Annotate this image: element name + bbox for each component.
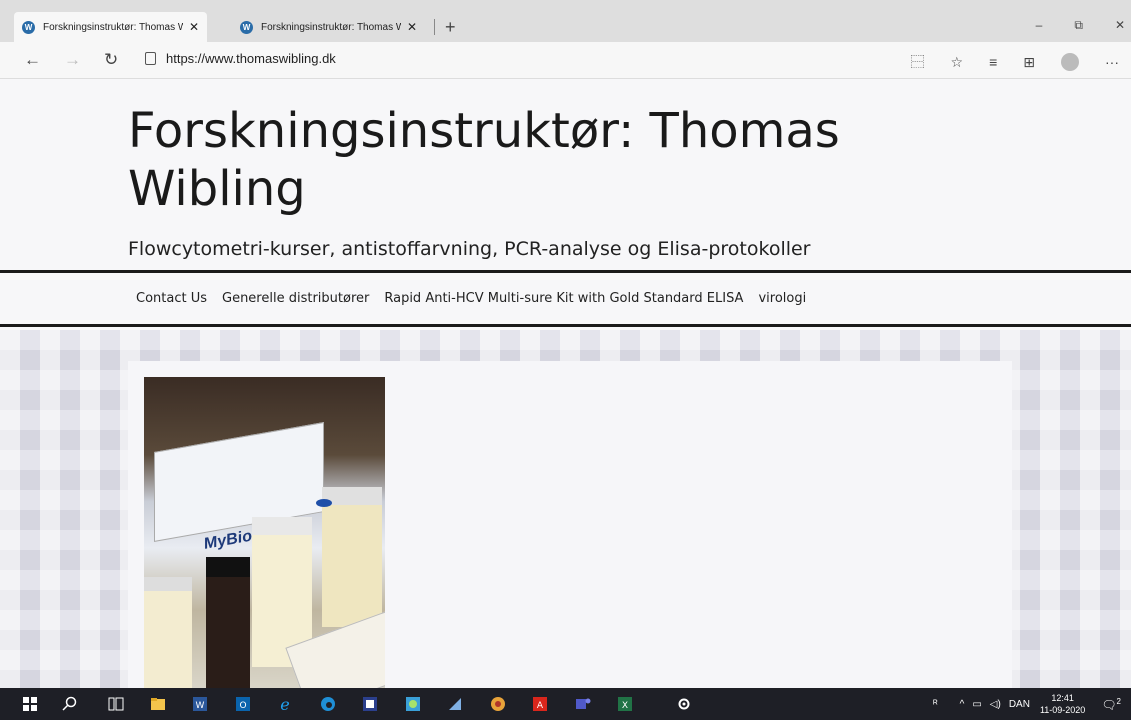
favorites-list-icon[interactable]: ≡ [989,54,997,70]
address-field[interactable]: https://www.thomaswibling.dk [145,51,336,66]
tab-title: Forskningsinstruktør: Thomas W [261,21,401,33]
browser-tab-2[interactable]: W Forskningsinstruktør: Thomas W ✕ [232,12,425,42]
bottle-cap [316,499,332,507]
close-tab-icon[interactable]: ✕ [407,20,417,34]
back-arrow-icon[interactable]: ← [24,50,41,70]
browser-toolbar-icons: ⿱ ☆ ≡ ⊞ ··· [911,52,1119,72]
window-controls: – ⧉ ✕ [1036,18,1125,33]
app-icon[interactable] [405,696,421,712]
favorite-star-icon[interactable]: ☆ [951,54,964,71]
outlook-icon[interactable]: O [235,696,251,712]
site-tagline: Flowcytometri-kurser, antistoffarvning, … [128,238,811,260]
reagent-bottle [322,487,382,627]
network-icon[interactable]: ▭ [972,699,981,710]
svg-text:O: O [239,701,246,711]
browser-tab-1[interactable]: W Forskningsinstruktør: Thomas W ✕ [14,12,208,42]
wordpress-icon: W [22,20,35,34]
minimize-button[interactable]: – [1036,18,1043,33]
reagent-bottle [144,577,192,688]
close-tab-icon[interactable]: ✕ [189,20,199,34]
task-view-icon[interactable] [108,696,124,712]
notification-center-icon[interactable]: 🗨2 [1101,697,1121,712]
tab-title: Forskningsinstruktør: Thomas W [43,21,183,33]
notification-count: 2 [1116,696,1121,706]
app-icon[interactable] [362,696,378,712]
post-content: MyBioSource [128,361,1012,688]
address-toolbar: ← → ↻ https://www.thomaswibling.dk ⿱ ☆ ≡… [0,42,1131,79]
clock-time: 12:41 [1051,693,1074,703]
product-photo[interactable]: MyBioSource [144,377,385,688]
language-indicator[interactable]: DAN [1009,699,1030,710]
svg-text:W: W [196,701,205,711]
chevron-up-icon[interactable]: ^ [960,699,965,710]
people-icon[interactable]: ᴿ [933,699,938,710]
close-window-button[interactable]: ✕ [1115,18,1125,33]
svg-text:e: e [280,696,289,712]
refresh-icon[interactable]: ↻ [104,50,118,70]
browser-tab-bar: W Forskningsinstruktør: Thomas W ✕ W For… [0,0,1131,42]
svg-text:A: A [537,701,544,711]
new-tab-button[interactable]: + [445,17,456,38]
menu-item-generelle-distributorer[interactable]: Generelle distributører [222,291,369,306]
windows-start-icon[interactable] [22,696,38,712]
excel-icon[interactable]: X [617,696,633,712]
menu-item-rapid-anti-hcv[interactable]: Rapid Anti-HCV Multi-sure Kit with Gold … [384,291,743,306]
file-explorer-icon[interactable] [150,696,166,712]
primary-menu: Contact Us Generelle distributører Rapid… [0,273,1131,327]
collections-icon[interactable]: ⊞ [1023,54,1035,71]
app-icon[interactable] [447,696,463,712]
url-text: https://www.thomaswibling.dk [166,51,336,66]
volume-icon[interactable]: ◁) [990,699,1001,710]
settings-gear-icon[interactable] [676,696,692,712]
menu-item-virologi[interactable]: virologi [758,291,806,306]
word-icon[interactable]: W [192,696,208,712]
forward-arrow-icon[interactable]: → [64,50,81,70]
search-icon[interactable] [62,696,78,712]
lock-icon [145,52,156,65]
more-menu-icon[interactable]: ··· [1105,54,1119,70]
app-icon[interactable] [490,696,506,712]
translate-icon[interactable]: ⿱ [911,52,925,72]
site-header: Forskningsinstruktør: Thomas Wibling Flo… [0,80,1131,273]
reagent-bottle [206,557,250,688]
teams-icon[interactable] [575,696,591,712]
restore-button[interactable]: ⧉ [1074,18,1083,33]
clock-date: 11-09-2020 [1039,705,1086,715]
windows-taskbar: W O e A X ᴿ ^ ▭ ◁) DAN 12:41 11-09-2020 [0,688,1131,720]
site-title[interactable]: Forskningsinstruktør: Thomas Wibling [128,102,1028,218]
acrobat-icon[interactable]: A [532,696,548,712]
wordpress-icon: W [240,20,253,34]
profile-avatar-icon[interactable] [1061,53,1079,71]
svg-text:X: X [622,701,628,711]
menu-item-contact-us[interactable]: Contact Us [136,291,207,306]
edge-browser-icon[interactable] [320,696,336,712]
internet-explorer-icon[interactable]: e [277,696,293,712]
tab-separator [434,19,435,35]
clock[interactable]: 12:41 11-09-2020 [1040,692,1085,716]
system-tray: ᴿ ^ ▭ ◁) DAN 12:41 11-09-2020 🗨2 [933,688,1131,720]
